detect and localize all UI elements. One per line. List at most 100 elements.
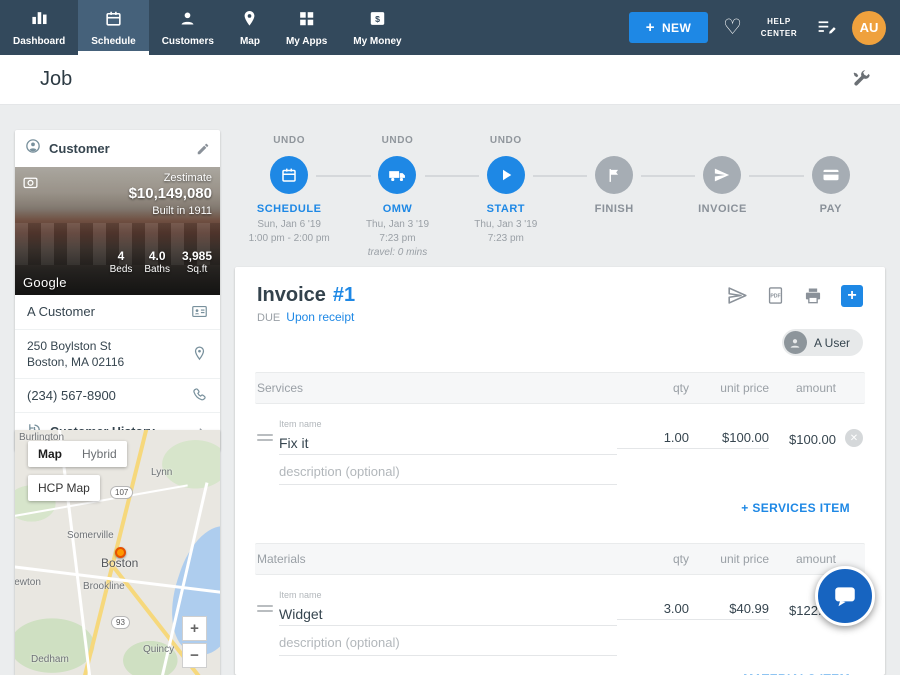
- service-unit-price-input[interactable]: [689, 427, 769, 449]
- apps-grid-icon: [297, 9, 316, 33]
- nav-item-map[interactable]: Map: [227, 0, 273, 55]
- invoice-step-button[interactable]: [703, 156, 741, 194]
- schedule-step-button[interactable]: [270, 156, 308, 194]
- map-pin-icon: [240, 9, 259, 33]
- nav-right: + NEW ♡ HELP CENTER AU: [629, 0, 900, 55]
- pay-step-button[interactable]: [812, 156, 850, 194]
- add-services-item-link[interactable]: + SERVICES ITEM: [741, 501, 850, 515]
- job-tools-icon[interactable]: [850, 69, 872, 91]
- contact-card-icon[interactable]: [191, 303, 208, 320]
- service-description-input[interactable]: [279, 459, 617, 485]
- print-icon[interactable]: [803, 286, 823, 306]
- zoom-out-button[interactable]: −: [182, 643, 207, 668]
- stat-sqft: 3,985 Sq.ft: [182, 249, 212, 275]
- flag-icon: [606, 167, 623, 184]
- item-name-stack: Item name: [279, 414, 617, 455]
- invoice-header: Invoice #1 PDF +: [235, 267, 885, 307]
- step-pay: PAY: [777, 135, 885, 260]
- material-qty-input[interactable]: [617, 598, 689, 620]
- nav-item-customers[interactable]: Customers: [149, 0, 227, 55]
- undo-start-link[interactable]: UNDO: [490, 135, 522, 150]
- customer-name: A Customer: [27, 303, 95, 321]
- step-label: START: [487, 203, 525, 215]
- edit-pencil-icon[interactable]: [196, 142, 210, 156]
- nav-item-dashboard[interactable]: Dashboard: [0, 0, 78, 55]
- step-date-line: Thu, Jan 3 '19: [366, 218, 429, 232]
- nav-item-schedule[interactable]: Schedule: [78, 0, 148, 55]
- step-label: SCHEDULE: [257, 203, 322, 215]
- help-center-link[interactable]: HELP CENTER: [757, 16, 801, 40]
- nav-label: Schedule: [91, 36, 135, 47]
- send-invoice-icon[interactable]: [727, 285, 748, 306]
- undo-schedule-link[interactable]: UNDO: [273, 135, 305, 150]
- pdf-icon[interactable]: PDF: [766, 286, 785, 305]
- phone-icon[interactable]: [191, 387, 208, 404]
- map-label-quincy: Quincy: [143, 644, 174, 655]
- step-date-line: 1:00 pm - 2:00 pm: [249, 232, 330, 246]
- finish-step-button[interactable]: [595, 156, 633, 194]
- map-type-hybrid-button[interactable]: Hybrid: [72, 441, 127, 467]
- drag-handle[interactable]: [257, 414, 273, 455]
- qty-column-header: qty: [617, 381, 689, 395]
- material-item-name-input[interactable]: [279, 603, 617, 626]
- stat-label: Sq.ft: [187, 264, 208, 275]
- step-date-line: 7:23 pm: [366, 232, 429, 246]
- map-label-dedham: Dedham: [31, 654, 69, 665]
- location-pin-icon[interactable]: [191, 345, 208, 362]
- service-item-row: Item name $100.00 ✕: [235, 414, 885, 455]
- stat-baths: 4.0 Baths: [144, 249, 170, 275]
- chat-bubble-button[interactable]: [815, 566, 875, 626]
- step-date-line: Thu, Jan 3 '19: [474, 218, 537, 232]
- customer-phone: (234) 567-8900: [27, 387, 116, 405]
- customer-name-row: A Customer: [15, 295, 220, 330]
- step-dates: Thu, Jan 3 '19 7:23 pm travel: 0 mins: [366, 218, 429, 260]
- service-item-name-input[interactable]: [279, 432, 617, 455]
- heart-icon[interactable]: ♡: [723, 17, 742, 38]
- omw-step-button[interactable]: [378, 156, 416, 194]
- address-line2: Boston, MA 02116: [27, 355, 124, 369]
- start-step-button[interactable]: [487, 156, 525, 194]
- map-label-brookline: Brookline: [83, 581, 125, 592]
- step-start: UNDO START Thu, Jan 3 '19 7:23 pm: [452, 135, 560, 260]
- material-unit-price-input[interactable]: [689, 598, 769, 620]
- user-avatar[interactable]: AU: [852, 11, 886, 45]
- property-stats: 4 Beds 4.0 Baths 3,985 Sq.ft: [110, 249, 212, 275]
- undo-omw-link[interactable]: UNDO: [382, 135, 414, 150]
- property-photo[interactable]: Zestimate $10,149,080 Built in 1911 4 Be…: [15, 167, 220, 295]
- zoom-in-button[interactable]: +: [182, 616, 207, 641]
- nav-item-my-money[interactable]: $ My Money: [340, 0, 414, 55]
- new-button[interactable]: + NEW: [629, 12, 708, 43]
- map-label-lynn: Lynn: [151, 467, 172, 478]
- nav-item-my-apps[interactable]: My Apps: [273, 0, 340, 55]
- assignee-row: A User: [235, 324, 885, 364]
- assignee-chip[interactable]: A User: [782, 329, 863, 356]
- customer-icon: [25, 138, 41, 159]
- service-qty-input[interactable]: [617, 427, 689, 449]
- top-nav: Dashboard Schedule Customers Map My Apps…: [0, 0, 900, 55]
- map-type-map-button[interactable]: Map: [28, 441, 72, 467]
- hcp-map-button[interactable]: HCP Map: [28, 475, 100, 501]
- notes-edit-icon[interactable]: [816, 17, 837, 38]
- add-service-row: + SERVICES ITEM: [235, 485, 885, 527]
- add-invoice-button[interactable]: +: [841, 285, 863, 307]
- calendar-icon: [280, 166, 298, 184]
- plus-icon: +: [646, 20, 655, 35]
- due-terms-link[interactable]: Upon receipt: [286, 310, 354, 324]
- item-name-label: Item name: [279, 419, 322, 429]
- map-label-boston: Boston: [101, 556, 138, 570]
- step-finish: FINISH: [560, 135, 668, 260]
- invoice-card: Invoice #1 PDF + DUE Upon receipt A User…: [235, 267, 885, 675]
- address-line1: 250 Boylston St: [27, 339, 111, 353]
- zestimate-label: Zestimate: [129, 172, 212, 184]
- material-description-input[interactable]: [279, 630, 617, 656]
- stat-value: 4: [118, 249, 125, 263]
- customer-address-row: 250 Boylston St Boston, MA 02116: [15, 330, 220, 379]
- assignee-avatar-icon: [784, 331, 807, 354]
- customer-phone-row: (234) 567-8900: [15, 379, 220, 414]
- step-dates: Sun, Jan 6 '19 1:00 pm - 2:00 pm: [249, 218, 330, 246]
- service-amount: $100.00: [769, 414, 836, 447]
- invoice-number[interactable]: #1: [333, 284, 355, 307]
- invoice-actions: PDF +: [727, 285, 863, 307]
- drag-handle[interactable]: [257, 585, 273, 626]
- remove-item-icon[interactable]: ✕: [845, 429, 863, 447]
